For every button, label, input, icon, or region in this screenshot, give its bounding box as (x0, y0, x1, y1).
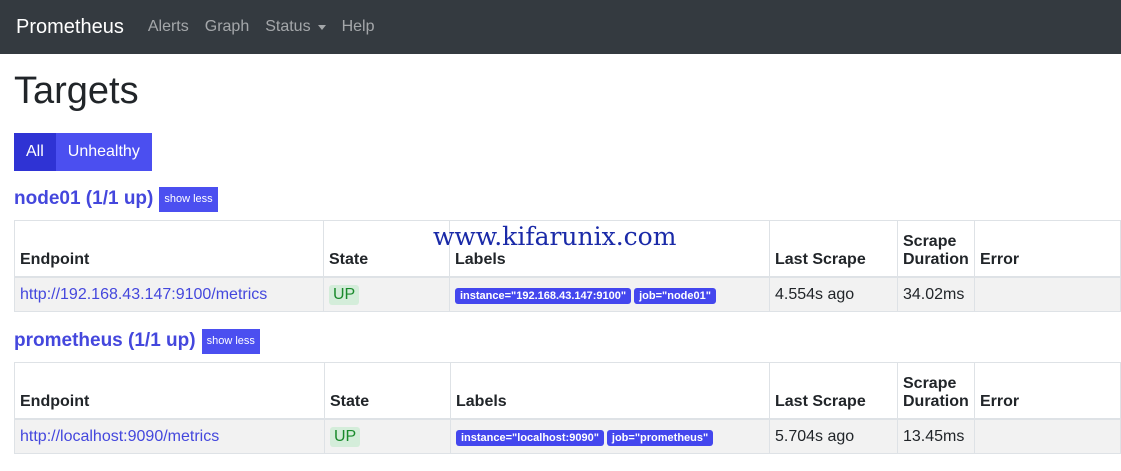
filter-unhealthy-button[interactable]: Unhealthy (55, 132, 152, 171)
endpoint-link[interactable]: http://192.168.43.147:9100/metrics (20, 286, 267, 303)
state-badge: UP (329, 284, 360, 305)
targets-table: Endpoint State Labels Last Scrape Scrape… (14, 361, 1121, 454)
filter-button-group: All Unhealthy (14, 132, 1121, 171)
page-title: Targets (14, 70, 139, 112)
nav-status-label: Status (265, 18, 311, 35)
header-error[interactable]: Error (974, 361, 1121, 421)
main-content: Targets All Unhealthy node01 (1/1 up) sh… (0, 70, 1121, 454)
last-scrape-value: 5.704s ago (769, 418, 898, 454)
header-labels[interactable]: Labels (450, 361, 770, 421)
header-last-scrape[interactable]: Last Scrape (769, 361, 898, 421)
table-row: http://192.168.43.147:9100/metrics UP in… (14, 276, 1121, 312)
header-scrape-duration[interactable]: Scrape Duration (897, 361, 975, 421)
last-scrape-value: 4.554s ago (769, 276, 898, 312)
table-header-row: Endpoint State Labels Last Scrape Scrape… (14, 361, 1121, 421)
scrape-duration-value: 13.45ms (897, 418, 975, 454)
header-scrape-duration-line1: Scrape (903, 233, 957, 251)
job-header-prometheus: prometheus (1/1 up) show less (14, 328, 1121, 354)
job-title[interactable]: node01 (1/1 up) (14, 188, 153, 210)
header-error[interactable]: Error (974, 219, 1121, 279)
chevron-down-icon (317, 24, 326, 30)
top-navbar: Prometheus Alerts Graph Status Help (0, 0, 1121, 54)
brand-logo[interactable]: Prometheus (16, 16, 124, 39)
table-row: http://localhost:9090/metrics UP instanc… (14, 418, 1121, 454)
header-scrape-duration-line2: Duration (903, 251, 969, 269)
label-badge-job: job="node01" (634, 287, 716, 304)
nav-alerts[interactable]: Alerts (148, 18, 189, 36)
header-endpoint[interactable]: Endpoint (14, 361, 325, 421)
header-last-scrape[interactable]: Last Scrape (769, 219, 898, 279)
scrape-duration-value: 34.02ms (897, 276, 975, 312)
label-badge-job: job="prometheus" (606, 429, 714, 446)
error-value (974, 418, 1121, 454)
header-scrape-duration[interactable]: Scrape Duration (897, 219, 975, 279)
nav-help[interactable]: Help (342, 18, 375, 36)
header-state[interactable]: State (324, 361, 451, 421)
nav-status[interactable]: Status (265, 18, 326, 36)
endpoint-link[interactable]: http://localhost:9090/metrics (20, 428, 219, 445)
header-state[interactable]: State (323, 219, 450, 279)
filter-all-button[interactable]: All (14, 132, 56, 171)
header-scrape-duration-line1: Scrape (903, 375, 957, 393)
show-less-button[interactable]: show less (159, 186, 218, 212)
job-title[interactable]: prometheus (1/1 up) (14, 330, 196, 352)
job-header-node01: node01 (1/1 up) show less (14, 186, 1121, 212)
header-scrape-duration-line2: Duration (903, 393, 969, 411)
state-badge: UP (330, 426, 361, 447)
watermark: www.kifarunix.com (433, 222, 677, 251)
label-badge-instance: instance="192.168.43.147:9100" (455, 287, 632, 304)
label-badge-instance: instance="localhost:9090" (456, 429, 604, 446)
nav-graph[interactable]: Graph (205, 18, 249, 36)
header-endpoint[interactable]: Endpoint (14, 219, 324, 279)
show-less-button[interactable]: show less (201, 328, 260, 354)
error-value (974, 276, 1121, 312)
